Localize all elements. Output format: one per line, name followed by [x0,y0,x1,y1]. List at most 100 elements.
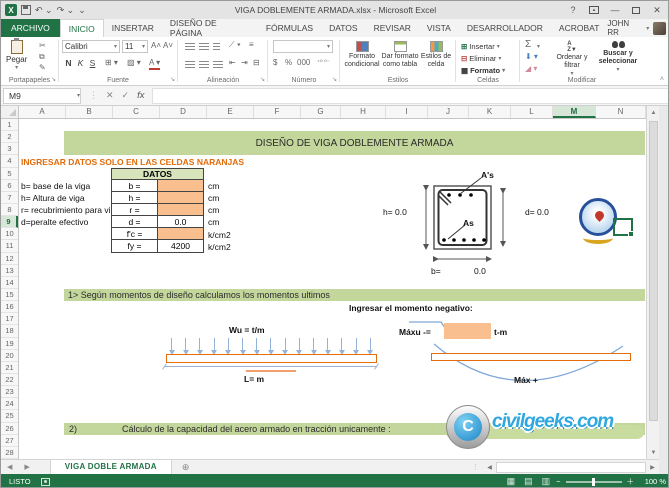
datos-label[interactable]: f'c = [112,228,158,240]
help-button[interactable]: ? [564,3,582,17]
zoom-in-icon[interactable]: ＋ [627,476,635,487]
page-break-view-icon[interactable]: ▥ [542,476,551,487]
row-header-24[interactable]: 24 [1,398,18,410]
row-header-11[interactable]: 11 [1,240,18,252]
close-button[interactable]: ✕ [648,3,666,17]
redo-icon[interactable]: ↷ ⌄ [57,5,75,15]
orientation-icon[interactable]: ⟋ ▾ [229,40,241,50]
fill-icon[interactable]: ⬇ ▾ [525,52,538,62]
merge-center-icon[interactable]: ⊟ [253,58,260,68]
datos-label[interactable]: d = [112,216,158,228]
qat-customize-icon[interactable]: ⌄ [78,5,86,15]
tab-revisar[interactable]: REVISAR [366,19,419,37]
align-left-icon[interactable] [185,61,195,68]
vertical-scroll-thumb[interactable] [649,121,658,421]
row-header-2[interactable]: 2 [1,131,18,143]
row-header-12[interactable]: 12 [1,253,18,265]
enter-formula-icon[interactable]: ✓ [122,90,130,101]
row-header-10[interactable]: 10 [1,228,18,240]
decimal-icons[interactable]: ⁺⁰ ⁰⁻ [317,58,330,68]
align-top-icon[interactable] [185,43,195,50]
column-header-A[interactable]: A [19,106,66,118]
datos-label[interactable]: fy = [112,240,158,252]
datos-label[interactable]: h = [112,192,158,204]
row-header-22[interactable]: 22 [1,374,18,386]
max-neg-input-cell[interactable] [444,323,491,339]
avatar[interactable] [653,22,666,35]
sheet-prev-icon[interactable]: ◀ [1,463,18,471]
column-header-I[interactable]: I [386,106,428,118]
row-header-4[interactable]: 4 [1,155,18,167]
tab-inicio[interactable]: INICIO [60,19,104,37]
minimize-button[interactable]: — [606,3,624,17]
font-name-select[interactable]: Calibri▾ [62,40,120,53]
datos-label[interactable]: b = [112,180,158,192]
ribbon-options-button[interactable]: ▴ [585,3,603,17]
collapse-ribbon-icon[interactable]: ˄ [660,76,664,83]
new-sheet-icon[interactable]: ⊕ [172,462,200,473]
comma-style-icon[interactable]: 000 [297,58,310,68]
horizontal-scrollbar[interactable]: ⋮ ◀ ▶ [468,460,659,475]
formula-input[interactable] [152,88,669,104]
row-header-7[interactable]: 7 [1,192,18,204]
column-header-K[interactable]: K [469,106,511,118]
tab-vista[interactable]: VISTA [419,19,459,37]
vertical-scrollbar[interactable]: ▲ ▼ [646,106,659,459]
find-select-button[interactable]: Buscar y seleccionar ▾ [595,41,641,73]
delete-cells-button[interactable]: ⊟ Eliminar▾ [461,52,501,64]
align-right-icon[interactable] [213,61,223,68]
save-icon[interactable] [21,5,31,15]
sheet-area[interactable]: DISEÑO DE VIGA DOBLEMENTE ARMADA INGRESA… [19,119,646,459]
dialog-launcher-icon[interactable]: ↘ [51,76,56,83]
column-header-C[interactable]: C [113,106,160,118]
row-header-14[interactable]: 14 [1,277,18,289]
zoom-slider[interactable] [566,481,622,483]
row-header-18[interactable]: 18 [1,325,18,337]
borders-icon[interactable]: ⊞ ▾ [105,58,118,68]
row-header-6[interactable]: 6 [1,180,18,192]
row-header-5[interactable]: 5 [1,168,18,180]
selected-cell-m9[interactable] [613,218,633,236]
grow-font-icon[interactable]: A˄ [151,41,161,51]
datos-value[interactable] [158,192,203,204]
format-cells-button[interactable]: ▦ Formato▾ [461,64,505,76]
row-header-8[interactable]: 8 [1,204,18,216]
name-box[interactable]: M9 ▾ [3,88,81,104]
cancel-formula-icon[interactable]: ✕ [106,90,114,101]
page-layout-view-icon[interactable]: ▤ [524,476,533,487]
dialog-launcher-icon[interactable]: ↘ [170,76,175,83]
tab-archivo[interactable]: ARCHIVO [1,19,60,37]
percent-style-icon[interactable]: % [285,58,292,68]
datos-value[interactable]: 4200 [158,240,203,252]
tab-desarrollador[interactable]: DESARROLLADOR [459,19,551,37]
column-header-E[interactable]: E [207,106,254,118]
zoom-slider-thumb[interactable] [592,478,595,486]
insert-function-icon[interactable]: fx [137,90,144,101]
row-header-19[interactable]: 19 [1,338,18,350]
column-header-G[interactable]: G [301,106,341,118]
shrink-font-icon[interactable]: A˅ [163,41,173,51]
bold-button[interactable]: N [63,58,74,68]
row-header-17[interactable]: 17 [1,313,18,325]
conditional-format-button[interactable]: Formato condicional [343,41,381,69]
datos-value[interactable]: 0.0 [158,216,203,228]
decrease-indent-icon[interactable]: ⇤ [229,58,236,68]
column-header-L[interactable]: L [511,106,553,118]
tab-acrobat[interactable]: ACROBAT [551,19,607,37]
tab-datos[interactable]: DATOS [321,19,366,37]
zoom-out-icon[interactable]: − [556,477,560,486]
row-header-1[interactable]: 1 [1,119,18,131]
select-all-corner[interactable] [1,106,19,119]
column-header-H[interactable]: H [341,106,386,118]
column-header-B[interactable]: B [66,106,113,118]
column-header-J[interactable]: J [428,106,469,118]
row-header-3[interactable]: 3 [1,143,18,155]
column-header-M[interactable]: M [553,106,596,118]
autosum-icon[interactable]: Σ [525,40,531,50]
cell-styles-button[interactable]: Estilos de celda [419,41,453,69]
align-bottom-icon[interactable] [213,43,220,50]
row-header-13[interactable]: 13 [1,265,18,277]
insert-cells-button[interactable]: ⊞ Insertar▾ [461,40,500,52]
macro-record-icon[interactable] [41,478,50,486]
datos-value[interactable] [158,180,203,192]
